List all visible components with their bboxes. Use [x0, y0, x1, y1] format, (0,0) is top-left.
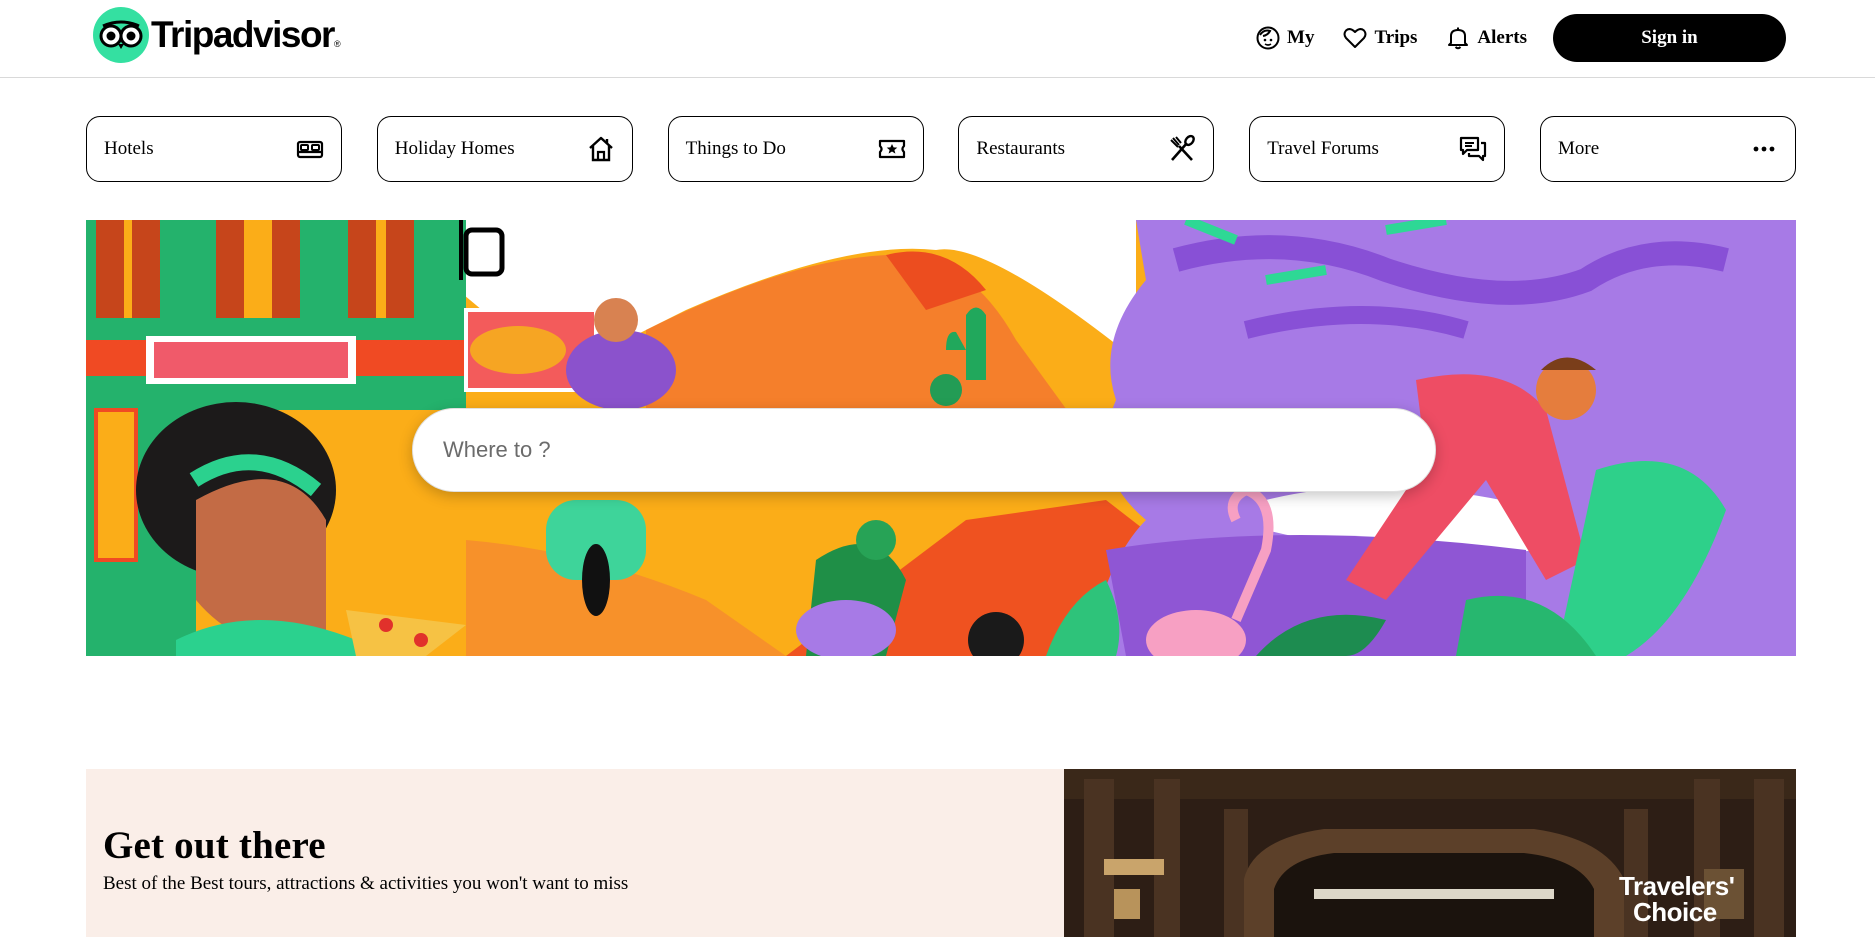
nav-trips-label: Trips [1374, 27, 1418, 48]
face-profile-icon [1256, 26, 1280, 50]
promo-image[interactable]: Travelers' Choice [1064, 769, 1796, 937]
ticket-icon [878, 139, 905, 159]
tab-holiday-homes-label: Holiday Homes [394, 138, 515, 159]
house-icon [588, 136, 613, 162]
bell-icon [1448, 27, 1469, 50]
category-tabs: Hotels Holiday Homes Things to Do Restau… [86, 116, 1796, 182]
badge-line-2: Choice [1633, 897, 1717, 927]
tab-holiday-homes[interactable]: Holiday Homes [376, 116, 633, 182]
header-actions: My Trips Alerts Sign in [1241, 14, 1786, 62]
nav-my-label: My [1287, 27, 1315, 48]
promo-text-panel: Get out there Best of the Best tours, at… [86, 769, 1064, 937]
owl-logo-icon [93, 7, 149, 63]
hero-banner [86, 220, 1796, 656]
nav-alerts-label: Alerts [1477, 27, 1527, 48]
promo-section: Get out there Best of the Best tours, at… [86, 769, 1796, 937]
tripadvisor-logo[interactable]: Tripadvisor ® [93, 7, 341, 63]
heart-icon [1343, 28, 1367, 48]
bed-icon [296, 140, 324, 159]
tab-restaurants-label: Restaurants [976, 138, 1066, 159]
nav-my-button[interactable]: My [1241, 14, 1328, 62]
tab-travel-forums-label: Travel Forums [1267, 138, 1379, 159]
tab-things-to-do[interactable]: Things to Do [667, 116, 924, 182]
nav-alerts-button[interactable]: Alerts [1431, 14, 1541, 62]
fork-knife-icon [1170, 134, 1196, 161]
sign-in-button[interactable]: Sign in [1553, 14, 1786, 62]
registered-mark: ® [333, 39, 341, 49]
brand-name: Tripadvisor [151, 14, 335, 55]
more-dots-icon [1753, 146, 1775, 152]
search-input[interactable] [443, 437, 1405, 463]
travelers-choice-badge: Travelers' Choice [1619, 871, 1735, 927]
tab-things-to-do-label: Things to Do [685, 138, 786, 159]
badge-line-1: Travelers' [1619, 871, 1735, 901]
tab-more-label: More [1557, 138, 1600, 159]
tab-restaurants[interactable]: Restaurants [958, 116, 1215, 182]
search-bar[interactable] [412, 408, 1436, 492]
promo-subtitle: Best of the Best tours, attractions & ac… [103, 873, 629, 894]
nav-trips-button[interactable]: Trips [1328, 14, 1431, 62]
promo-title: Get out there [103, 824, 326, 867]
tab-hotels-label: Hotels [104, 138, 154, 159]
tab-travel-forums[interactable]: Travel Forums [1249, 116, 1506, 182]
tab-hotels[interactable]: Hotels [86, 116, 342, 182]
site-header: Tripadvisor ® My Trips Alerts Sign in [0, 0, 1875, 78]
tab-more[interactable]: More [1539, 116, 1796, 182]
chat-bubbles-icon [1460, 136, 1487, 162]
